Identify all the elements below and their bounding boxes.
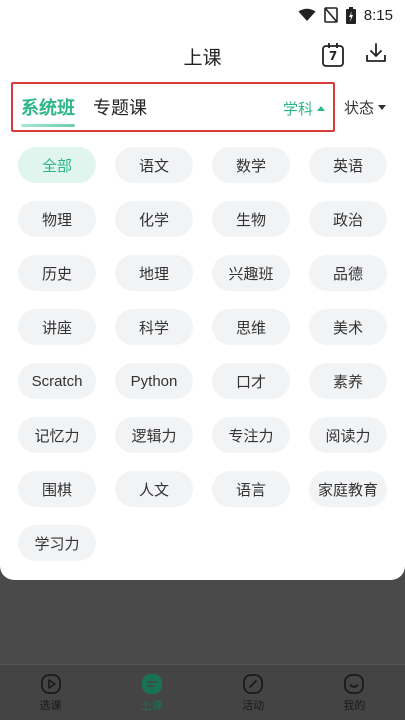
chip-scratch[interactable]: Scratch (18, 363, 96, 399)
nav-label: 活动 (242, 698, 265, 712)
smile-icon (343, 673, 365, 695)
clock-time: 8:15 (363, 6, 393, 24)
chip-chinese[interactable]: 语文 (115, 147, 193, 183)
nav-label: 我的 (343, 698, 366, 712)
subject-dropdown[interactable]: 学科 (283, 98, 325, 119)
chip-language[interactable]: 语言 (212, 471, 290, 507)
chip-math[interactable]: 数学 (212, 147, 290, 183)
page-title: 上课 (183, 46, 222, 69)
chip-focus[interactable]: 专注力 (212, 417, 290, 453)
calendar-icon[interactable]: 7 (321, 42, 345, 68)
chip-literacy[interactable]: 素养 (309, 363, 387, 399)
caret-up-icon (317, 106, 325, 111)
tab-topic-course[interactable]: 专题课 (93, 94, 147, 120)
chip-history[interactable]: 历史 (18, 255, 96, 291)
status-bar: 8:15 (0, 0, 405, 30)
battery-charging-icon (345, 6, 356, 24)
nav-label: 选课 (39, 698, 62, 712)
chip-lecture[interactable]: 讲座 (18, 309, 96, 345)
chip-memory[interactable]: 记忆力 (18, 417, 96, 453)
download-icon[interactable] (365, 42, 387, 68)
course-type-tabs: 系统班 专题课 学科 (11, 82, 335, 132)
calendar-day: 7 (328, 49, 338, 63)
chip-all[interactable]: 全部 (18, 147, 96, 183)
chip-art[interactable]: 美术 (309, 309, 387, 345)
nav-activity[interactable]: 活动 (203, 665, 304, 720)
nav-select-course[interactable]: 选课 (0, 665, 101, 720)
chip-chemistry[interactable]: 化学 (115, 201, 193, 237)
caret-down-icon (378, 105, 387, 110)
chip-eloquence[interactable]: 口才 (212, 363, 290, 399)
chip-interest-class[interactable]: 兴趣班 (212, 255, 290, 291)
chip-thinking[interactable]: 思维 (212, 309, 290, 345)
chip-logic[interactable]: 逻辑力 (115, 417, 193, 453)
chip-go[interactable]: 围棋 (18, 471, 96, 507)
chip-family-education[interactable]: 家庭教育 (309, 471, 387, 507)
chip-learning-ability[interactable]: 学习力 (18, 525, 96, 561)
nav-mine[interactable]: 我的 (304, 665, 405, 720)
chip-physics[interactable]: 物理 (18, 201, 96, 237)
tab-system-class[interactable]: 系统班 (21, 94, 75, 127)
subject-chip-grid: 全部 语文 数学 英语 物理 化学 生物 政治 历史 地理 兴趣班 品德 讲座 … (18, 147, 388, 561)
chip-english[interactable]: 英语 (309, 147, 387, 183)
chip-python[interactable]: Python (115, 363, 193, 399)
chip-morality[interactable]: 品德 (309, 255, 387, 291)
play-circle-icon (40, 673, 62, 695)
status-dropdown-label: 状态 (344, 99, 375, 117)
filter-row: 系统班 专题课 学科 状态 (0, 82, 405, 134)
header: 上课 7 (0, 30, 405, 82)
chip-humanities[interactable]: 人文 (115, 471, 193, 507)
note-icon (141, 673, 163, 695)
pencil-circle-icon (242, 673, 264, 695)
no-signal-icon (323, 7, 338, 23)
subject-dropdown-label: 学科 (282, 100, 313, 118)
chip-geography[interactable]: 地理 (115, 255, 193, 291)
nav-label: 上课 (140, 698, 163, 712)
filter-sheet: 上课 7 系统班 专题课 学科 状态 全部 语文 数学 英语 物理 化学 生物 … (0, 30, 405, 580)
chip-science[interactable]: 科学 (115, 309, 193, 345)
chip-biology[interactable]: 生物 (212, 201, 290, 237)
status-dropdown[interactable]: 状态 (344, 97, 387, 118)
nav-class[interactable]: 上课 (101, 665, 202, 720)
wifi-icon (298, 8, 316, 22)
chip-reading[interactable]: 阅读力 (309, 417, 387, 453)
bottom-nav: 选课 上课 活动 我的 (0, 664, 405, 720)
chip-politics[interactable]: 政治 (309, 201, 387, 237)
